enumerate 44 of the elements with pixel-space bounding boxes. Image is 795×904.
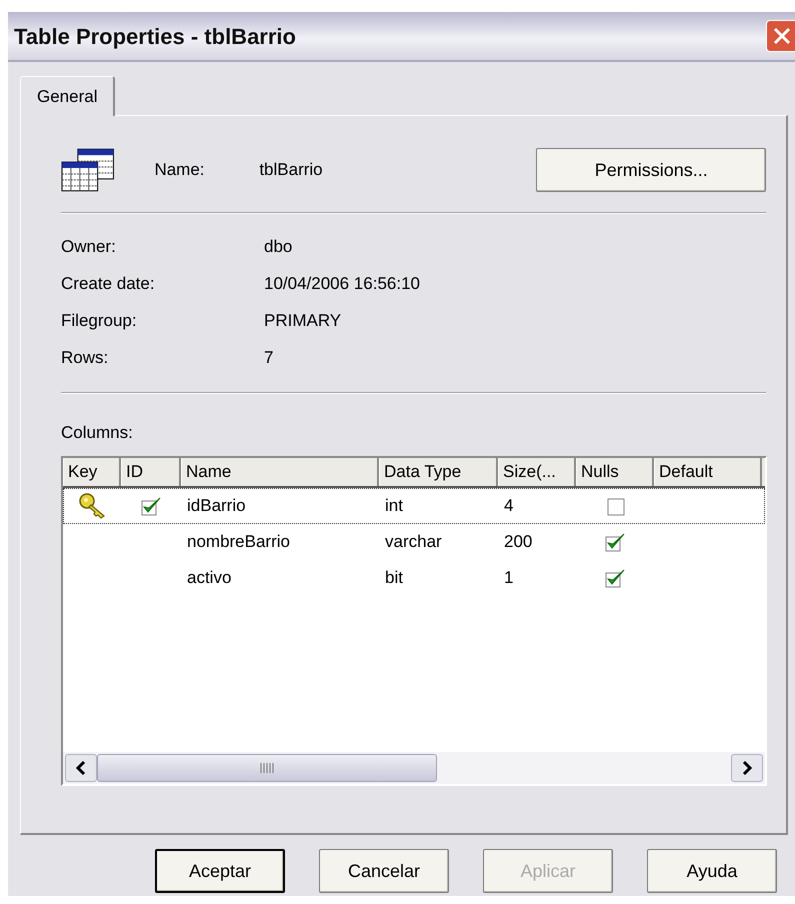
dialog-button[interactable]: Cancelar	[319, 849, 449, 893]
column-header[interactable]: Name	[181, 458, 379, 486]
table-row[interactable]: idBarrio int 4	[63, 488, 765, 524]
property-label: Rows:	[61, 346, 110, 369]
grip-icon	[260, 762, 274, 774]
table-cell: int	[385, 496, 403, 515]
dialog-button[interactable]: Ayuda	[647, 849, 777, 893]
property-label: Owner:	[61, 236, 117, 258]
permissions-button[interactable]: Permissions...	[536, 148, 766, 192]
table-cell: bit	[385, 568, 403, 587]
close-button[interactable]	[766, 20, 795, 52]
table-cell: 1	[504, 568, 514, 587]
columns-label: Columns:	[61, 423, 133, 442]
horizontal-scrollbar[interactable]	[63, 752, 765, 784]
scroll-right-button[interactable]	[731, 754, 763, 782]
table-cell: activo	[187, 568, 232, 587]
property-value: 7	[264, 346, 274, 369]
column-header[interactable]: Key	[63, 458, 121, 486]
property-value: 10/04/2006 16:56:10	[264, 272, 420, 295]
column-header[interactable]: ID	[121, 458, 181, 486]
property-label: Filegroup:	[61, 310, 138, 332]
scroll-thumb[interactable]	[97, 754, 437, 782]
property-label: Create date:	[61, 272, 156, 295]
table-cell: idBarrio	[187, 496, 246, 515]
window-title: Table Properties - tblBarrio	[13, 22, 296, 51]
column-header[interactable]: Data Type	[379, 458, 498, 486]
dialog-button[interactable]: Aceptar	[155, 849, 285, 893]
property-value: PRIMARY	[264, 310, 342, 332]
column-header[interactable]: Default	[654, 458, 762, 486]
column-header[interactable]: Nulls	[576, 458, 654, 486]
close-icon	[772, 26, 792, 46]
table-cell: 4	[504, 496, 514, 515]
table-row[interactable]: activo bit 1	[63, 560, 765, 596]
column-header[interactable]: Size(...	[498, 458, 576, 486]
table-cell: nombreBarrio	[187, 532, 290, 551]
name-label: Name:	[154, 159, 206, 182]
name-value: tblBarrio	[259, 159, 324, 182]
tab[interactable]: General	[20, 76, 116, 116]
property-value: dbo	[264, 236, 292, 258]
table-cell: 200	[504, 532, 532, 551]
table-row[interactable]: nombreBarrio varchar 200	[63, 524, 765, 560]
table-cell: varchar	[385, 532, 442, 551]
tables-icon	[61, 148, 114, 192]
scroll-left-button[interactable]	[65, 754, 97, 782]
